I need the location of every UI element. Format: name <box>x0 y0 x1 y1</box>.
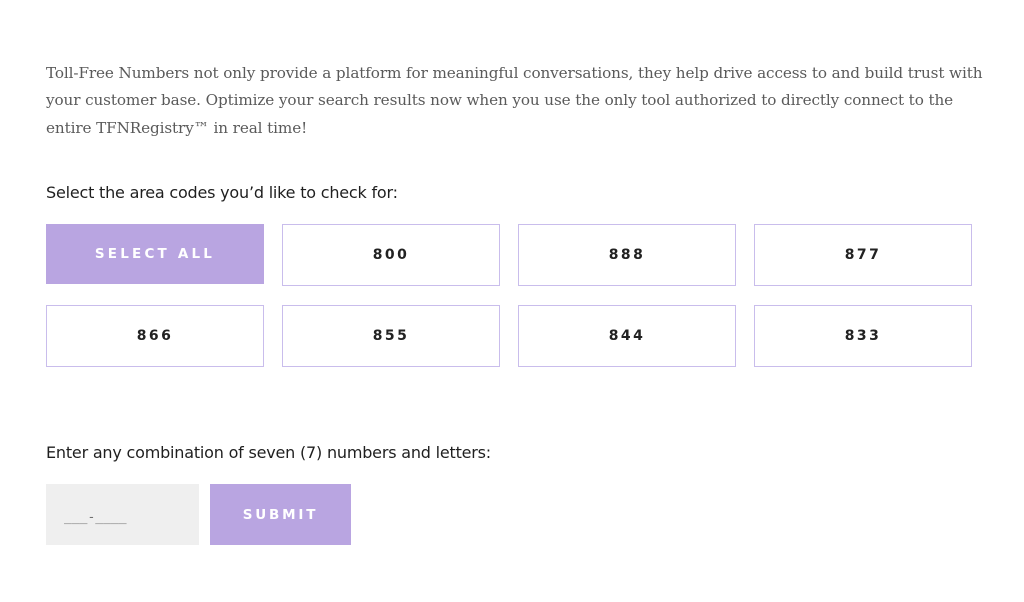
area-code-866-button[interactable]: 866 <box>46 305 264 367</box>
area-code-888-button[interactable]: 888 <box>518 224 736 286</box>
number-entry-heading: Enter any combination of seven (7) numbe… <box>46 443 492 462</box>
select-all-button[interactable]: SELECT ALL <box>46 224 264 284</box>
area-code-877-button[interactable]: 877 <box>754 224 972 286</box>
submit-button[interactable]: SUBMIT <box>210 484 351 545</box>
area-code-844-button[interactable]: 844 <box>518 305 736 367</box>
area-code-833-button[interactable]: 833 <box>754 305 972 367</box>
area-codes-heading: Select the area codes you’d like to chec… <box>46 183 398 202</box>
vanity-number-input[interactable] <box>46 484 199 545</box>
area-code-800-button[interactable]: 800 <box>282 224 500 286</box>
area-code-855-button[interactable]: 855 <box>282 305 500 367</box>
intro-paragraph: Toll-Free Numbers not only provide a pla… <box>46 64 983 137</box>
area-code-grid: SELECT ALL 800 888 877 866 855 844 833 <box>46 224 972 367</box>
